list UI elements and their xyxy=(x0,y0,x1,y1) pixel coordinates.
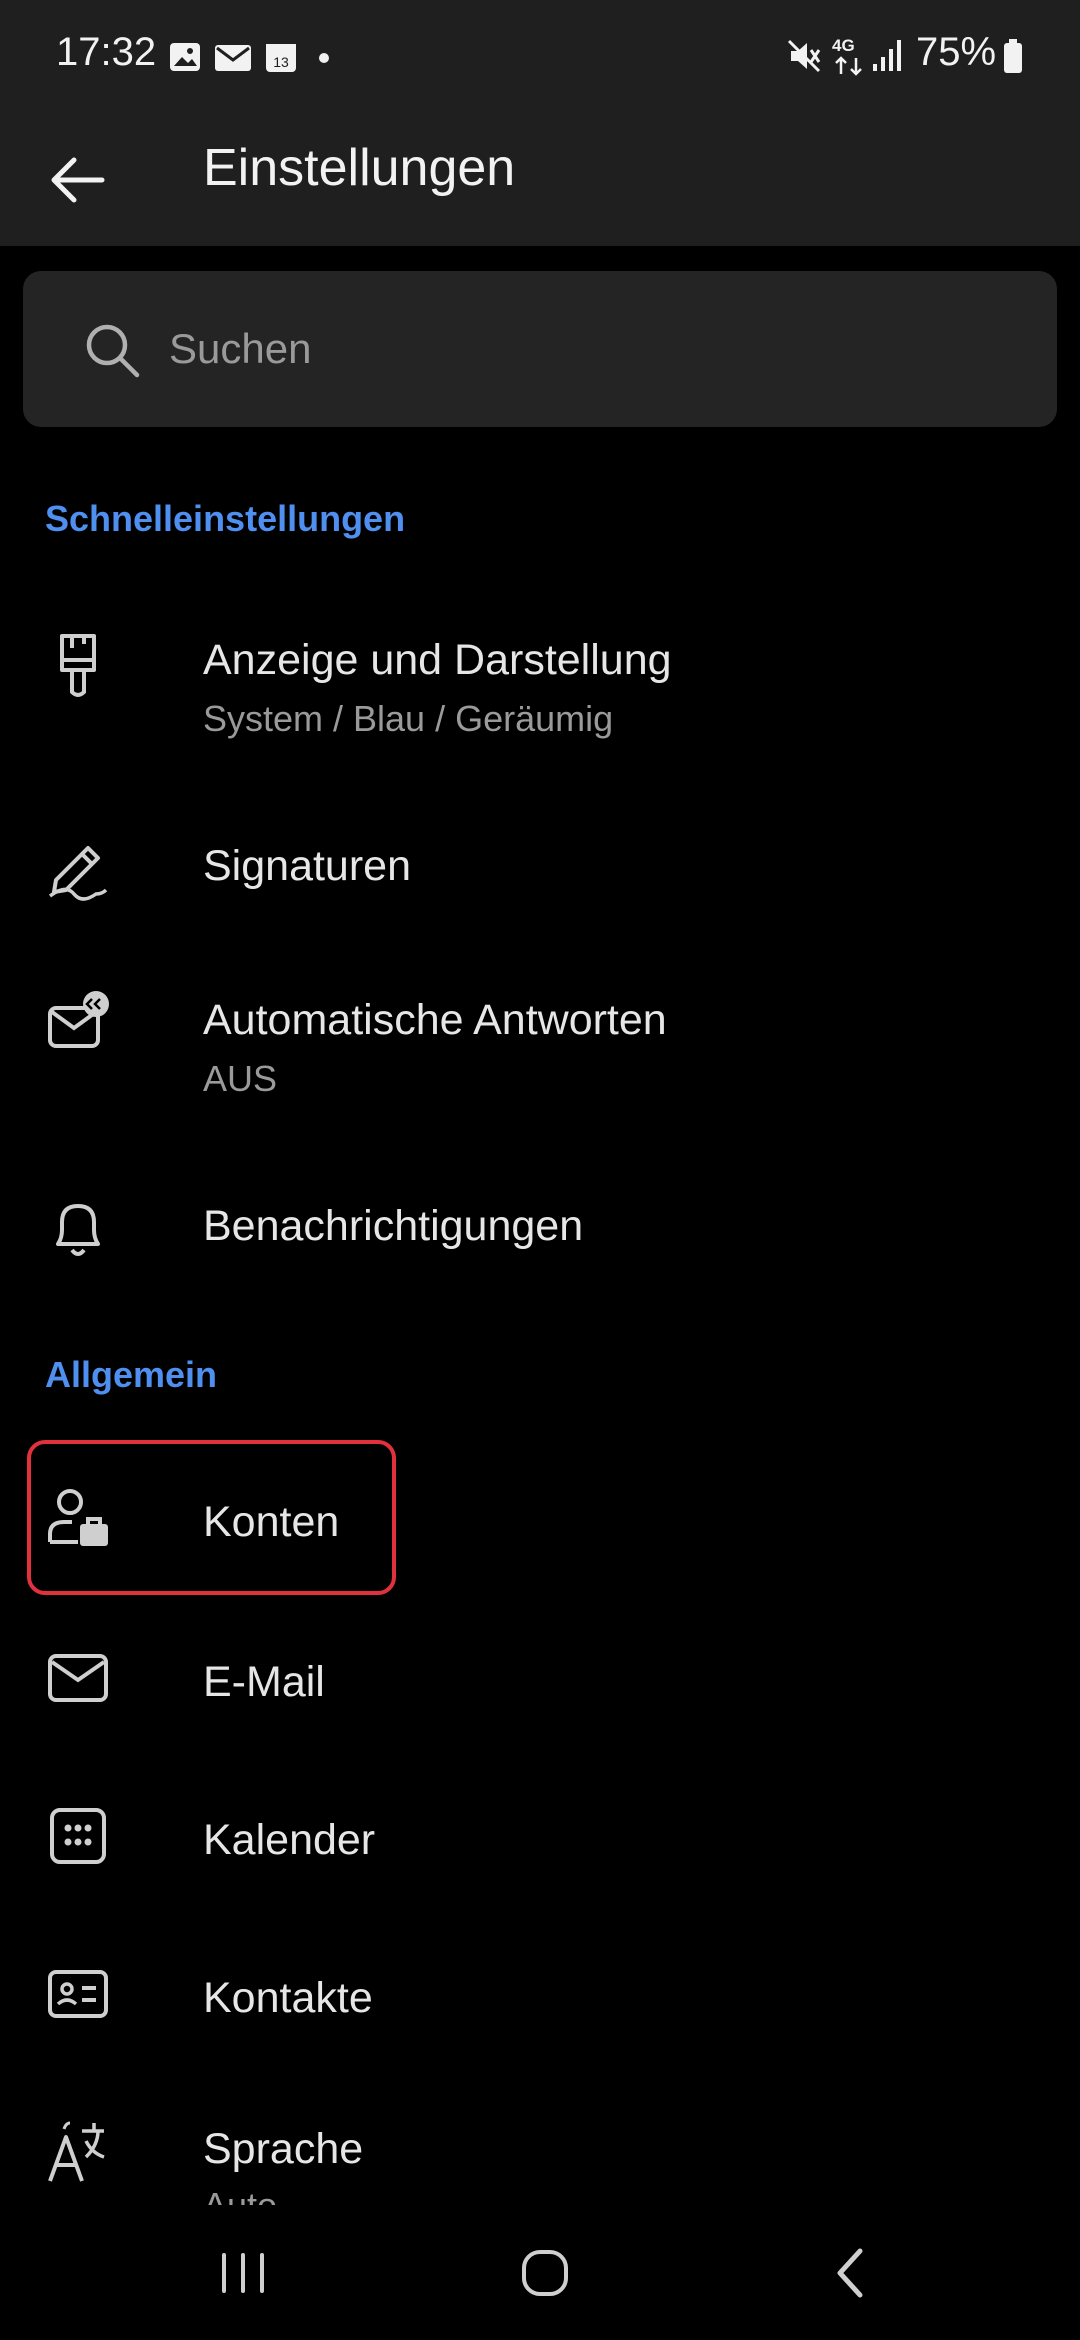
4g-data-icon: 4G xyxy=(832,36,866,76)
signal-icon xyxy=(872,38,904,72)
mail-reply-icon xyxy=(42,986,114,1058)
status-time: 17:32 xyxy=(56,30,157,74)
item-title: Sprache xyxy=(203,2125,364,2173)
settings-item-display[interactable]: Anzeige und Darstellung System / Blau / … xyxy=(0,600,1080,760)
gallery-icon xyxy=(168,40,202,74)
dot-icon xyxy=(318,52,330,64)
item-title: Konten xyxy=(203,1498,340,1546)
item-title: Automatische Antworten xyxy=(203,996,667,1044)
settings-item-accounts[interactable]: Konten xyxy=(0,1470,1080,1570)
item-subtitle: Auto xyxy=(203,2185,277,2205)
search-icon xyxy=(83,321,141,379)
item-subtitle: System / Blau / Geräumig xyxy=(203,698,614,739)
settings-item-auto-replies[interactable]: Automatische Antworten AUS xyxy=(0,960,1080,1120)
system-navigation-bar xyxy=(0,2205,1080,2340)
settings-item-language[interactable]: Sprache Auto xyxy=(0,2105,1080,2205)
settings-item-calendar[interactable]: Kalender xyxy=(0,1788,1080,1888)
item-title: E-Mail xyxy=(203,1658,325,1706)
recents-icon xyxy=(222,2253,264,2293)
home-button[interactable] xyxy=(495,2223,595,2323)
item-title: Benachrichtigungen xyxy=(203,1202,584,1250)
search-input[interactable]: Suchen xyxy=(23,271,1057,427)
language-icon xyxy=(42,2117,114,2189)
item-title: Signaturen xyxy=(203,842,411,890)
mute-icon xyxy=(786,38,822,74)
bell-icon xyxy=(42,1194,114,1266)
arrow-left-icon xyxy=(51,157,105,203)
item-subtitle: AUS xyxy=(203,1058,278,1099)
item-title: Anzeige und Darstellung xyxy=(203,636,672,684)
mail-icon xyxy=(214,40,252,74)
paintbrush-icon xyxy=(42,630,114,702)
calendar-icon: 13 xyxy=(264,40,298,74)
status-bar: 17:32 13 4G 75% xyxy=(0,0,1080,112)
calendar-day: 13 xyxy=(273,54,289,70)
item-title: Kontakte xyxy=(203,1974,373,2022)
settings-item-signatures[interactable]: Signaturen xyxy=(0,820,1080,920)
home-icon xyxy=(522,2250,568,2296)
battery-icon xyxy=(1002,38,1024,74)
envelope-icon xyxy=(42,1642,114,1714)
settings-item-email[interactable]: E-Mail xyxy=(0,1630,1080,1730)
search-placeholder: Suchen xyxy=(169,325,312,372)
system-back-button[interactable] xyxy=(800,2223,900,2323)
calendar-grid-icon xyxy=(42,1800,114,1872)
section-header-general: Allgemein xyxy=(45,1354,218,1395)
battery-percentage: 75% xyxy=(916,30,997,74)
item-title: Kalender xyxy=(203,1816,376,1864)
back-button[interactable] xyxy=(40,140,120,220)
recents-button[interactable] xyxy=(193,2223,293,2323)
account-briefcase-icon xyxy=(42,1482,114,1554)
back-icon xyxy=(837,2248,863,2298)
page-title: Einstellungen xyxy=(203,139,516,197)
app-bar xyxy=(0,112,1080,246)
contact-card-icon xyxy=(42,1958,114,2030)
settings-item-notifications[interactable]: Benachrichtigungen xyxy=(0,1180,1080,1280)
signature-pen-icon xyxy=(42,834,114,906)
settings-item-contacts[interactable]: Kontakte xyxy=(0,1946,1080,2046)
section-header-quick-settings: Schnelleinstellungen xyxy=(45,498,406,539)
